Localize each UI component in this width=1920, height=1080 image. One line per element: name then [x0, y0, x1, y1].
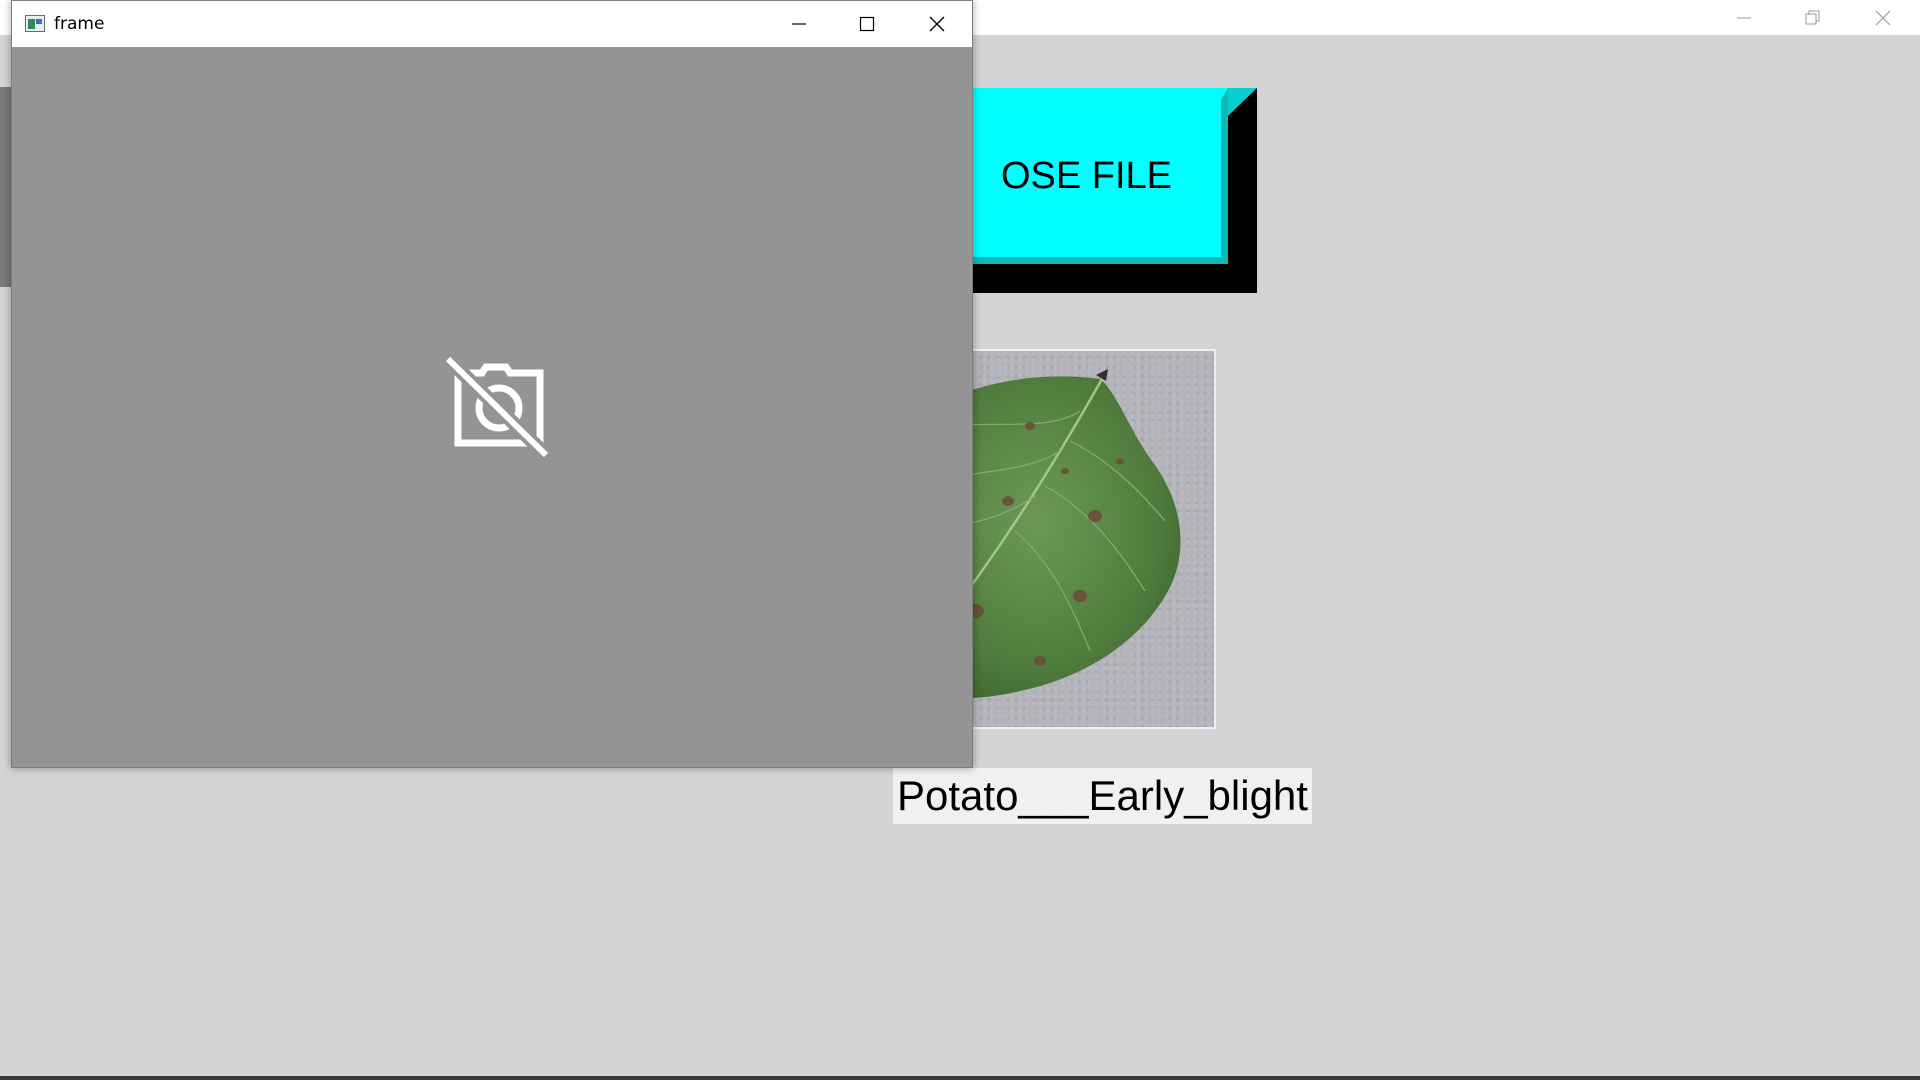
close-icon — [929, 16, 945, 32]
frame-maximize-button[interactable] — [832, 1, 902, 47]
restore-icon — [1805, 10, 1820, 24]
screen-bottom-edge — [0, 1076, 1920, 1080]
minimize-icon — [792, 23, 806, 25]
choose-file-label: OSE FILE — [1000, 154, 1173, 197]
frame-close-button[interactable] — [902, 1, 972, 47]
camera-off-icon — [443, 357, 550, 457]
main-close-button[interactable] — [1848, 0, 1918, 35]
maximize-icon — [859, 16, 875, 32]
minimize-icon — [1737, 17, 1751, 18]
close-icon — [1875, 10, 1891, 25]
frame-title-bar[interactable]: frame — [12, 1, 972, 47]
frame-window[interactable]: frame — [11, 0, 973, 768]
main-minimize-button[interactable] — [1709, 0, 1779, 35]
choose-file-button[interactable]: OSE FILE — [945, 88, 1257, 293]
video-area — [12, 47, 972, 767]
app-icon — [25, 15, 45, 32]
frame-minimize-button[interactable] — [764, 1, 834, 47]
prediction-label: Potato___Early_blight — [893, 768, 1312, 824]
main-restore-button[interactable] — [1778, 0, 1848, 35]
frame-title: frame — [54, 14, 105, 34]
